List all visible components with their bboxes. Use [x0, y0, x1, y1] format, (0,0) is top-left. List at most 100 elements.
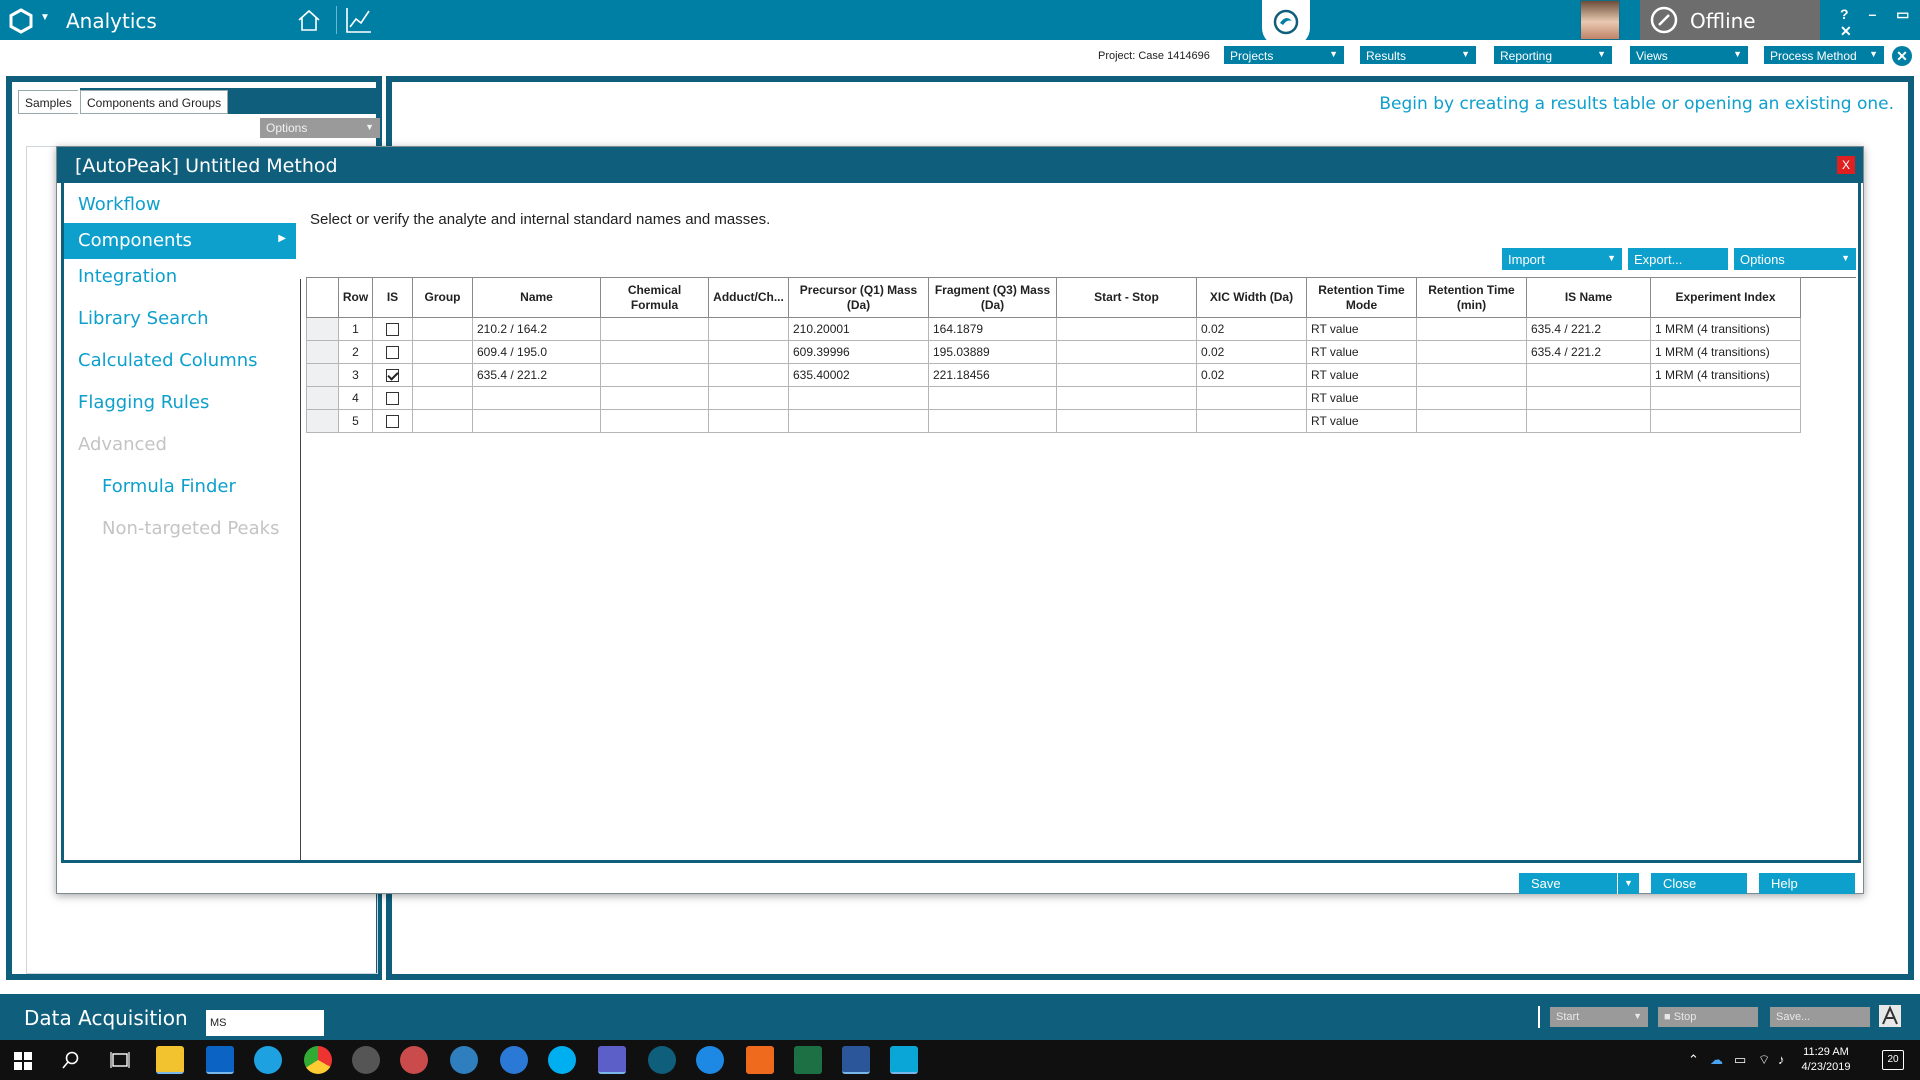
is-checkbox[interactable] [386, 346, 399, 360]
rt-cell[interactable] [1416, 386, 1527, 410]
windows-start-icon[interactable] [14, 1052, 32, 1070]
nav-item-integration[interactable]: Integration [64, 259, 296, 295]
brave-icon[interactable] [746, 1046, 774, 1074]
nav-item-components[interactable]: Components ▶ [64, 223, 296, 259]
formula-cell[interactable] [600, 363, 709, 387]
column-header-adduct[interactable]: Adduct/Ch... [708, 277, 789, 318]
sciex-logo-icon[interactable] [8, 8, 34, 34]
chrome-icon[interactable] [304, 1046, 332, 1074]
home-icon[interactable] [296, 8, 322, 32]
ms-method-field[interactable]: MS [206, 1010, 324, 1036]
experiment-index-cell[interactable] [1650, 386, 1801, 410]
column-header-rt[interactable]: Retention Time (min) [1416, 277, 1527, 318]
column-header-rt-mode[interactable]: Retention Time Mode [1306, 277, 1417, 318]
is-name-cell[interactable]: 635.4 / 221.2 [1526, 317, 1651, 341]
start-stop-cell[interactable] [1056, 340, 1197, 364]
is-name-cell[interactable] [1526, 409, 1651, 433]
dialog-close-button[interactable]: X [1837, 156, 1855, 174]
rt-cell[interactable] [1416, 317, 1527, 341]
nav-item-library-search[interactable]: Library Search [64, 301, 296, 337]
app-menu-caret-icon[interactable]: ▼ [40, 12, 50, 23]
group-cell[interactable] [412, 409, 473, 433]
adduct-cell[interactable] [708, 409, 789, 433]
fragment-mass-cell[interactable]: 221.18456 [928, 363, 1057, 387]
row-selector[interactable] [306, 317, 339, 341]
table-row[interactable]: 1 210.2 / 164.2 210.20001 164.1879 0.02 … [306, 317, 1801, 341]
instrument-status-icon[interactable] [1878, 1004, 1902, 1028]
system-clock[interactable]: 11:29 AM 4/23/2019 [1798, 1045, 1854, 1075]
save-button[interactable]: Save ▼ [1519, 873, 1639, 894]
row-selector[interactable] [306, 363, 339, 387]
nav-item-workflow[interactable]: Workflow [64, 187, 296, 223]
xic-width-cell[interactable]: 0.02 [1196, 363, 1307, 387]
stop-button[interactable]: ■ Stop [1658, 1007, 1758, 1027]
table-row[interactable]: 2 609.4 / 195.0 609.39996 195.03889 0.02… [306, 340, 1801, 364]
name-cell[interactable]: 210.2 / 164.2 [472, 317, 601, 341]
column-header-fragment-mass[interactable]: Fragment (Q3) Mass (Da) [928, 277, 1057, 318]
experiment-index-cell[interactable]: 1 MRM (4 transitions) [1650, 317, 1801, 341]
save-options-chevron-icon[interactable]: ▼ [1617, 873, 1639, 894]
column-header-group[interactable]: Group [412, 277, 473, 318]
outlook-icon[interactable] [206, 1046, 234, 1074]
globe-icon[interactable] [450, 1046, 478, 1074]
search-icon[interactable] [62, 1051, 80, 1069]
column-header-xic-width[interactable]: XIC Width (Da) [1196, 277, 1307, 318]
sciex-app-icon[interactable] [648, 1046, 676, 1074]
is-name-cell[interactable]: 635.4 / 221.2 [1526, 340, 1651, 364]
wifi-icon[interactable]: ⌔ [1758, 1052, 1770, 1068]
is-cell[interactable] [372, 409, 413, 433]
left-options-dropdown[interactable]: Options ▼ [260, 118, 380, 138]
export-button[interactable]: Export... [1628, 248, 1728, 270]
formula-cell[interactable] [600, 340, 709, 364]
row-selector[interactable] [306, 386, 339, 410]
column-header-precursor-mass[interactable]: Precursor (Q1) Mass (Da) [788, 277, 929, 318]
column-header-experiment-index[interactable]: Experiment Index [1650, 277, 1801, 318]
start-stop-cell[interactable] [1056, 409, 1197, 433]
rt-mode-cell[interactable]: RT value [1306, 363, 1417, 387]
internet-explorer-icon[interactable] [254, 1046, 282, 1074]
precursor-mass-cell[interactable] [788, 409, 929, 433]
is-checkbox[interactable] [386, 415, 399, 429]
task-view-icon[interactable] [110, 1051, 130, 1069]
excel-icon[interactable] [794, 1046, 822, 1074]
adduct-cell[interactable] [708, 317, 789, 341]
experiment-index-cell[interactable] [1650, 409, 1801, 433]
experiment-index-cell[interactable]: 1 MRM (4 transitions) [1650, 340, 1801, 364]
tab-samples[interactable]: Samples [18, 90, 78, 114]
skype-business-icon[interactable] [500, 1046, 528, 1074]
formula-cell[interactable] [600, 409, 709, 433]
is-checkbox-checked[interactable] [386, 369, 399, 383]
group-cell[interactable] [412, 317, 473, 341]
rt-cell[interactable] [1416, 340, 1527, 364]
nav-item-flagging-rules[interactable]: Flagging Rules [64, 385, 296, 421]
results-dropdown[interactable]: Results ▼ [1360, 46, 1476, 64]
column-header-start-stop[interactable]: Start - Stop [1056, 277, 1197, 318]
table-row[interactable]: 3 635.4 / 221.2 635.40002 221.18456 0.02… [306, 363, 1801, 387]
is-cell[interactable] [372, 317, 413, 341]
name-cell[interactable] [472, 386, 601, 410]
connection-status[interactable]: Offline [1640, 0, 1820, 40]
adduct-cell[interactable] [708, 363, 789, 387]
table-row[interactable]: 5 RT value [306, 409, 1801, 433]
process-method-dropdown[interactable]: Process Method ▼ [1764, 46, 1884, 64]
volume-icon[interactable]: ♪ [1778, 1052, 1785, 1067]
edge-icon[interactable] [696, 1046, 724, 1074]
rt-cell[interactable] [1416, 409, 1527, 433]
xic-width-cell[interactable] [1196, 409, 1307, 433]
is-cell[interactable] [372, 386, 413, 410]
column-header-name[interactable]: Name [472, 277, 601, 318]
is-name-cell[interactable] [1526, 363, 1651, 387]
acquisition-save-button[interactable]: Save... [1770, 1007, 1870, 1027]
rt-mode-cell[interactable]: RT value [1306, 386, 1417, 410]
rt-mode-cell[interactable]: RT value [1306, 317, 1417, 341]
is-checkbox[interactable] [386, 323, 399, 337]
views-dropdown[interactable]: Views ▼ [1630, 46, 1748, 64]
close-button[interactable]: Close [1651, 873, 1747, 894]
analytics-chart-icon[interactable] [344, 5, 374, 35]
settings-gear-icon[interactable] [352, 1046, 380, 1074]
table-row[interactable]: 4 RT value [306, 386, 1801, 410]
is-checkbox[interactable] [386, 392, 399, 406]
skype-icon[interactable] [548, 1046, 576, 1074]
group-cell[interactable] [412, 386, 473, 410]
close-workspace-button[interactable]: ✕ [1892, 46, 1912, 66]
